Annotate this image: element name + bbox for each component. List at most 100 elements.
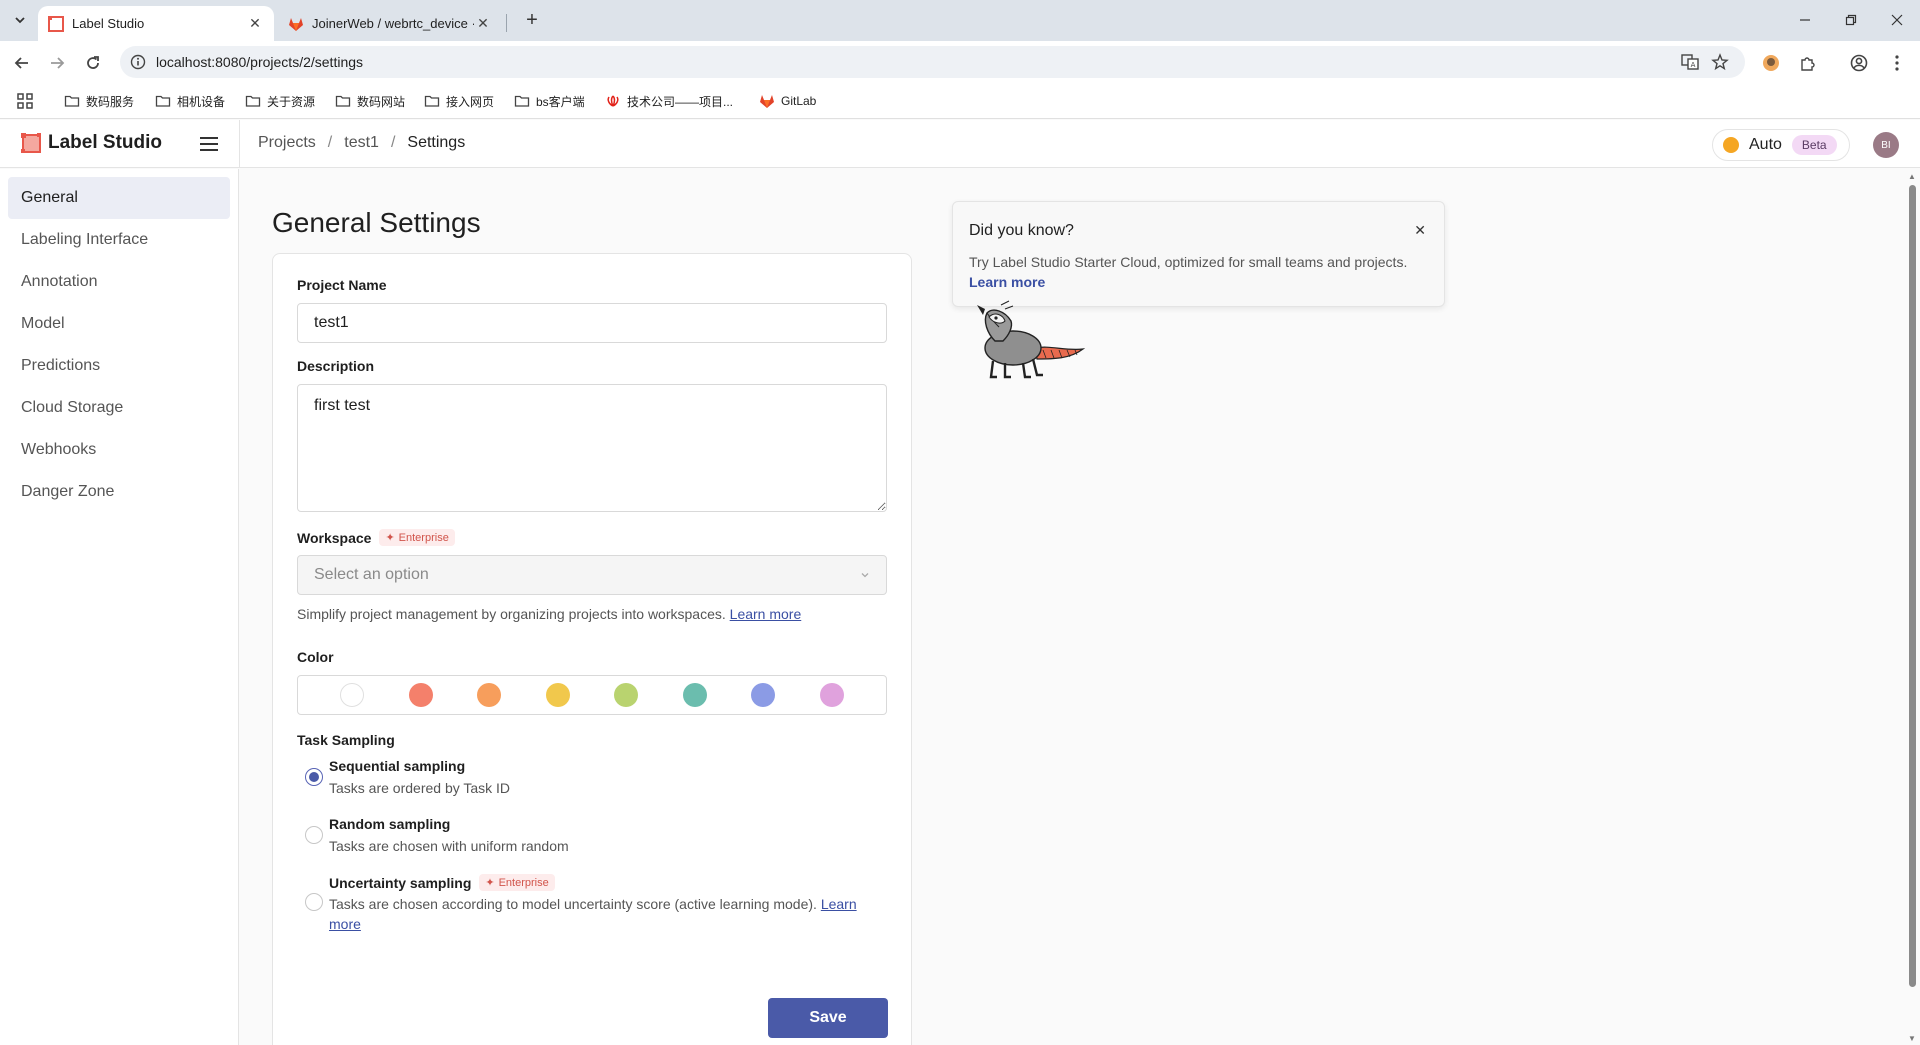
color-swatch-blue[interactable] (751, 683, 776, 707)
url-text: localhost:8080/projects/2/settings (156, 54, 364, 70)
enterprise-badge-label: Enterprise (398, 531, 449, 544)
scroll-down-icon[interactable]: ▼ (1908, 1034, 1916, 1043)
color-swatch-white[interactable] (340, 683, 365, 707)
scrollbar-thumb[interactable] (1909, 185, 1916, 987)
apps-grid-icon[interactable] (16, 92, 34, 110)
browser-tab-gitlab[interactable]: JoinerWeb / webrtc_device · ✕ (278, 6, 502, 41)
browser-tab-label-studio[interactable]: Label Studio ✕ (38, 6, 274, 41)
bookmark-star-icon[interactable] (1710, 52, 1730, 72)
bookmarks-bar: 数码服务 相机设备 关于资源 数码网站 接入网页 bs客户端 技术公司——项目.… (0, 83, 1920, 119)
sampling-option-uncertainty[interactable]: Uncertainty sampling ✦ Enterprise Tasks a… (297, 874, 877, 944)
browser-toolbar: localhost:8080/projects/2/settings A (0, 41, 1920, 83)
sidebar-item-danger-zone[interactable]: Danger Zone (8, 471, 230, 513)
close-window-icon[interactable] (1874, 0, 1920, 40)
project-name-input[interactable] (297, 303, 887, 343)
sparkle-icon: ✦ (385, 532, 395, 544)
breadcrumb-current: Settings (407, 134, 466, 151)
reload-icon[interactable] (79, 49, 107, 77)
minimize-icon[interactable] (1782, 0, 1828, 40)
restore-icon[interactable] (1828, 0, 1874, 40)
bookmark-folder[interactable]: 数码网站 (335, 91, 405, 111)
sidebar-item-webhooks[interactable]: Webhooks (8, 429, 230, 471)
color-swatch-orange[interactable] (477, 683, 502, 707)
label-studio-favicon (48, 15, 64, 32)
extensions-puzzle-icon[interactable] (1797, 52, 1819, 74)
sidebar-item-cloud-storage[interactable]: Cloud Storage (8, 387, 230, 429)
profile-icon[interactable] (1848, 52, 1870, 74)
bookmark-folder[interactable]: 关于资源 (245, 91, 315, 111)
svg-text:A: A (1691, 61, 1696, 69)
color-swatch-red[interactable] (408, 683, 433, 707)
color-swatch-teal[interactable] (682, 683, 707, 707)
bookmark-link[interactable]: GitLab (759, 91, 816, 111)
bookmark-folder[interactable]: bs客户端 (514, 91, 585, 111)
save-button[interactable]: Save (768, 998, 888, 1038)
sidebar-item-model[interactable]: Model (8, 303, 230, 345)
workspace-label-row: Workspace ✦ Enterprise (297, 529, 455, 546)
color-swatch-green[interactable] (614, 683, 639, 707)
forward-icon[interactable] (43, 49, 71, 77)
description-textarea[interactable]: first test (297, 384, 887, 512)
translate-icon[interactable]: A (1680, 52, 1700, 72)
sidebar-item-labeling-interface[interactable]: Labeling Interface (8, 219, 230, 261)
breadcrumb-projects[interactable]: Projects (258, 134, 316, 152)
brand-logo[interactable]: Label Studio (20, 132, 162, 154)
sidebar-item-annotation[interactable]: Annotation (8, 261, 230, 303)
back-icon[interactable] (8, 49, 36, 77)
sampling-desc-row: Tasks are chosen according to model unce… (329, 894, 869, 934)
bookmark-label: bs客户端 (536, 94, 585, 109)
page-title: General Settings (272, 207, 481, 238)
sidebar-item-general[interactable]: General (8, 177, 230, 219)
bookmark-label: 接入网页 (446, 94, 495, 109)
workspace-help-text: Simplify project management by organizin… (297, 606, 726, 622)
tab-title: JoinerWeb / webrtc_device · (312, 16, 474, 31)
color-swatch-yellow[interactable] (545, 683, 570, 707)
bookmark-folder[interactable]: 数码服务 (64, 91, 134, 111)
close-tab-icon[interactable]: ✕ (246, 15, 264, 33)
breadcrumb: Projects / test1 / Settings (258, 134, 465, 152)
extension-avatar-icon[interactable] (1760, 52, 1782, 74)
close-tab-icon[interactable]: ✕ (474, 15, 492, 33)
auto-label: Auto (1749, 136, 1782, 153)
color-swatch-pink[interactable] (819, 683, 844, 707)
scroll-up-icon[interactable]: ▲ (1908, 172, 1916, 181)
tip-learn-more-link[interactable]: Learn more (969, 274, 1045, 290)
huawei-icon (607, 95, 619, 107)
browser-tab-strip: Label Studio ✕ JoinerWeb / webrtc_device… (0, 0, 1920, 41)
gitlab-favicon (289, 17, 303, 31)
workspace-placeholder: Select an option (314, 566, 429, 583)
tab-search-icon[interactable] (8, 8, 32, 32)
browser-menu-icon[interactable] (1886, 52, 1908, 74)
folder-icon (335, 95, 351, 107)
workspace-select[interactable]: Select an option (297, 555, 887, 595)
site-info-icon[interactable] (130, 54, 146, 70)
bookmark-link[interactable]: 技术公司——项目... (605, 91, 733, 111)
workspace-learn-more-link[interactable]: Learn more (730, 606, 802, 622)
workspace-help: Simplify project management by organizin… (297, 606, 801, 622)
folder-icon (155, 95, 171, 107)
bookmark-folder[interactable]: 相机设备 (155, 91, 225, 111)
bookmark-label: 相机设备 (177, 94, 226, 109)
enterprise-badge: ✦ Enterprise (479, 874, 555, 891)
sampling-option-sequential[interactable]: Sequential sampling Tasks are ordered by… (297, 758, 877, 808)
bookmark-folder[interactable]: 接入网页 (424, 91, 494, 111)
sampling-desc: Tasks are chosen according to model unce… (329, 896, 817, 912)
tip-body: Try Label Studio Starter Cloud, optimize… (969, 252, 1439, 292)
gitlab-icon (760, 95, 774, 108)
radio-sequential[interactable] (305, 768, 323, 786)
new-tab-icon[interactable]: + (520, 8, 544, 32)
auto-mode-toggle[interactable]: Auto Beta (1712, 129, 1850, 161)
tip-title: Did you know? (969, 222, 1074, 239)
folder-icon (64, 95, 80, 107)
hamburger-menu-icon[interactable] (198, 134, 220, 154)
address-bar[interactable]: localhost:8080/projects/2/settings A (120, 46, 1745, 78)
sampling-option-random[interactable]: Random sampling Tasks are chosen with un… (297, 816, 877, 866)
close-icon[interactable]: ✕ (1414, 222, 1426, 239)
enterprise-badge-label: Enterprise (498, 876, 549, 889)
breadcrumb-project[interactable]: test1 (344, 134, 379, 152)
radio-random[interactable] (305, 826, 323, 844)
sidebar-item-predictions[interactable]: Predictions (8, 345, 230, 387)
user-avatar[interactable]: BI (1873, 132, 1899, 158)
radio-uncertainty[interactable] (305, 893, 323, 911)
breadcrumb-separator: / (327, 134, 333, 151)
